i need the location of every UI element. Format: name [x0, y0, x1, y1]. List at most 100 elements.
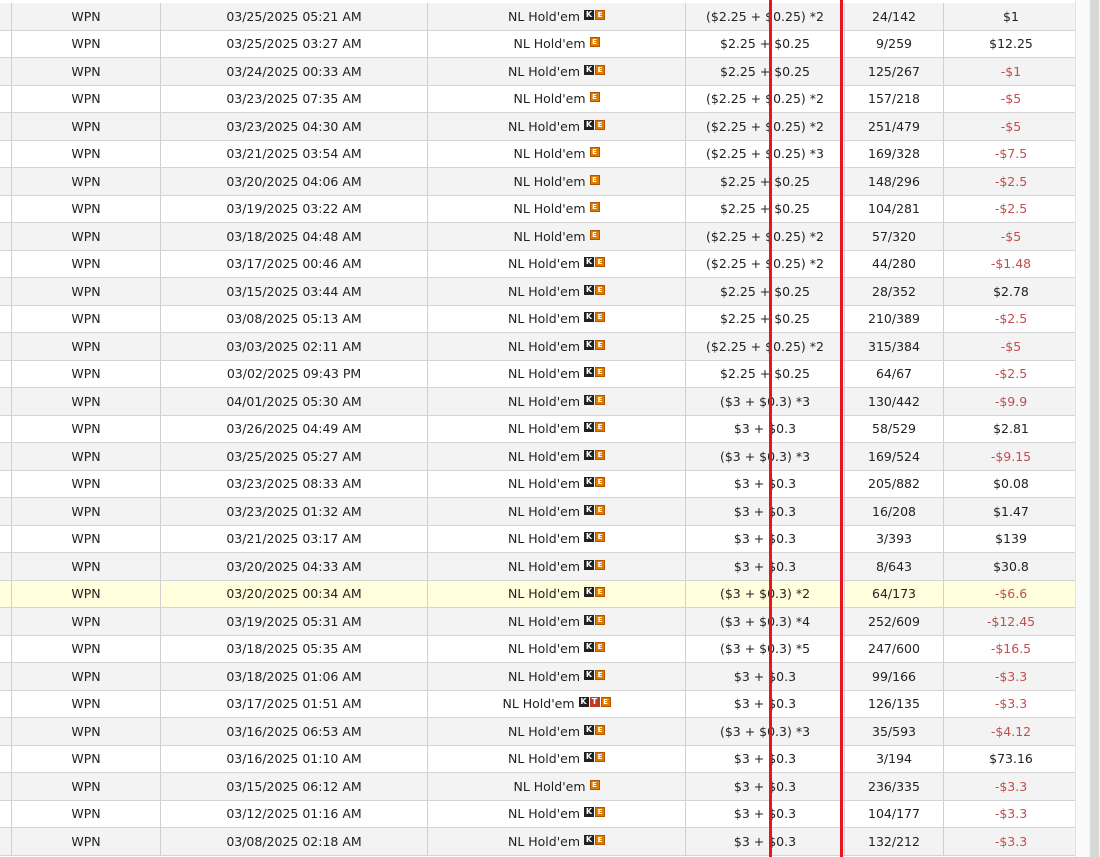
site-value: WPN [71, 366, 101, 382]
table-row[interactable]: WPN 03/21/2025 03:54 AM NL Hold'em E ($2.25 … [0, 140, 1079, 168]
table-row[interactable]: WPN 03/03/2025 02:11 AM NL Hold'em K E ($2.25… [0, 332, 1079, 361]
row-select-cell [0, 827, 12, 856]
table-row[interactable]: WPN 04/01/2025 05:30 AM NL Hold'em K E ($3 + … [0, 387, 1079, 416]
table-row[interactable]: WPN 03/02/2025 09:43 PM NL Hold'em K E $2.25 … [0, 360, 1079, 388]
game-format-icons: KE [583, 339, 606, 351]
date-cell: 03/23/2025 08:33 AM [160, 470, 428, 498]
game-format-icons: E [589, 229, 600, 241]
game-type-label: NL Hold'em [507, 366, 581, 382]
place-cell: 9/259 [844, 30, 944, 58]
result-cell: $30.8 [943, 552, 1079, 581]
result-value: -$2.5 [994, 366, 1028, 382]
row-select-cell [0, 195, 12, 223]
place-value: 57/320 [872, 228, 916, 244]
table-row[interactable]: WPN 03/25/2025 05:27 AM NL Hold'em K E ($3 + … [0, 442, 1079, 471]
scrollbar-thumb[interactable] [1090, 0, 1099, 857]
date-cell: 03/23/2025 01:32 AM [160, 497, 428, 526]
place-cell: 104/281 [844, 195, 944, 223]
buyin-cell: ($2.25 + $0.25) *3 [685, 140, 845, 168]
game-cell: NL Hold'em K E [427, 442, 686, 471]
site-cell: WPN [11, 662, 161, 691]
table-row[interactable]: WPN 03/08/2025 05:13 AM NL Hold'em K E $2.25 … [0, 305, 1079, 333]
game-format-icons: KE [583, 807, 606, 818]
row-select-cell [0, 140, 12, 168]
table-row[interactable]: WPN 03/19/2025 05:31 AM NL Hold'em K E ($3 + … [0, 607, 1079, 636]
table-row[interactable]: WPN 03/20/2025 00:34 AM NL Hold'em K E ($3 + … [0, 580, 1079, 608]
table-row[interactable]: WPN 03/15/2025 03:44 AM NL Hold'em K E $2.25 … [0, 277, 1079, 306]
place-value: 3/393 [875, 531, 913, 547]
place-cell: 126/135 [844, 690, 944, 718]
game-type-label: NL Hold'em [507, 63, 581, 79]
table-row[interactable]: WPN 03/21/2025 03:17 AM NL Hold'em K E $3 + $… [0, 525, 1079, 553]
table-row[interactable]: WPN 03/16/2025 06:53 AM NL Hold'em K E ($3 + … [0, 717, 1079, 746]
result-value: -$9.15 [990, 448, 1032, 464]
table-row[interactable]: WPN 03/26/2025 04:49 AM NL Hold'em K E $3 + $… [0, 415, 1079, 443]
place-cell: 169/328 [844, 140, 944, 168]
table-row[interactable]: WPN 03/24/2025 00:33 AM NL Hold'em K E $2.25 … [0, 57, 1079, 86]
game-cell: NL Hold'em K E [427, 580, 686, 608]
row-select-cell [0, 470, 12, 498]
table-row[interactable]: WPN 03/20/2025 04:06 AM NL Hold'em E $2.25 +… [0, 167, 1079, 196]
buyin-value: $3 + $0.3 [733, 751, 797, 767]
table-row[interactable]: WPN 03/17/2025 00:46 AM NL Hold'em K E ($2.25… [0, 250, 1079, 278]
table-row[interactable]: WPN 03/25/2025 05:21 AM NL Hold'em K E ($2.25… [0, 3, 1079, 31]
result-value: -$3.3 [994, 833, 1028, 849]
event-icon: E [589, 92, 600, 103]
site-cell: WPN [11, 497, 161, 526]
knockout-icon: K [584, 64, 595, 75]
buyin-cell: $3 + $0.3 [685, 525, 845, 553]
buyin-value: $2.25 + $0.25 [720, 201, 810, 217]
table-row[interactable]: WPN 03/18/2025 01:06 AM NL Hold'em K E $3 + $… [0, 662, 1079, 691]
date-cell: 03/12/2025 01:16 AM [160, 800, 428, 828]
table-row[interactable]: WPN 03/15/2025 06:12 AM NL Hold'em E $3 + $0… [0, 772, 1079, 801]
game-format-icons: KE [583, 477, 606, 488]
game-type-label: NL Hold'em [507, 448, 581, 464]
game-type-label: NL Hold'em [507, 668, 581, 684]
table-row[interactable]: WPN 03/23/2025 08:33 AM NL Hold'em K E $3 + $… [0, 470, 1079, 498]
date-value: 03/21/2025 03:17 AM [226, 531, 362, 547]
place-cell: 169/524 [844, 442, 944, 471]
place-value: 252/609 [868, 613, 920, 629]
row-select-cell [0, 525, 12, 553]
event-icon: E [595, 614, 606, 625]
table-row[interactable]: WPN 03/18/2025 05:35 AM NL Hold'em K E ($3 + … [0, 635, 1079, 663]
table-row[interactable]: WPN 03/20/2025 04:33 AM NL Hold'em K E $3 + $… [0, 552, 1079, 581]
place-cell: 64/67 [844, 360, 944, 388]
site-cell: WPN [11, 470, 161, 498]
game-type-label: NL Hold'em [513, 36, 586, 52]
game-cell: NL Hold'em K E [427, 332, 686, 361]
table-row[interactable]: WPN 03/17/2025 01:51 AM NL Hold'em K T E $3 + … [0, 690, 1079, 718]
table-row[interactable]: WPN 03/12/2025 01:16 AM NL Hold'em K E $3 + $… [0, 800, 1079, 828]
table-row[interactable]: WPN 03/23/2025 07:35 AM NL Hold'em E ($2.25 … [0, 85, 1079, 113]
row-select-cell [0, 85, 12, 113]
buyin-cell: $3 + $0.3 [685, 800, 845, 828]
table-row[interactable]: WPN 03/25/2025 03:27 AM NL Hold'em E $2.25 +… [0, 30, 1079, 58]
buyin-value: $3 + $0.3 [733, 806, 797, 822]
event-icon: E [595, 504, 606, 515]
buyin-cell: ($2.25 + $0.25) *2 [685, 112, 845, 141]
result-value: $1 [1003, 8, 1019, 24]
table-row[interactable]: WPN 03/18/2025 04:48 AM NL Hold'em E ($2.25 … [0, 222, 1079, 251]
table-row[interactable]: WPN 03/19/2025 03:22 AM NL Hold'em E $2.25 +… [0, 195, 1079, 223]
table-row[interactable]: WPN 03/23/2025 04:30 AM NL Hold'em K E ($2.25… [0, 112, 1079, 141]
site-value: WPN [71, 778, 101, 794]
row-select-cell [0, 305, 12, 333]
result-value: -$3.3 [994, 668, 1028, 684]
result-value: -$5 [1000, 118, 1022, 134]
result-cell: -$2.5 [943, 360, 1079, 388]
date-cell: 03/20/2025 04:06 AM [160, 167, 428, 196]
place-value: 28/352 [872, 283, 916, 299]
game-type-label: NL Hold'em [507, 751, 581, 767]
site-cell: WPN [11, 415, 161, 443]
event-icon: E [595, 477, 606, 488]
annotation-red-line-right [840, 0, 843, 857]
buyin-value: $3 + $0.3 [733, 531, 797, 547]
table-row[interactable]: WPN 03/16/2025 01:10 AM NL Hold'em K E $3 + $… [0, 745, 1079, 773]
knockout-icon: K [584, 504, 595, 515]
table-row[interactable]: WPN 03/08/2025 02:18 AM NL Hold'em K E $3 + $… [0, 827, 1079, 856]
place-cell: 8/643 [844, 552, 944, 581]
row-select-cell [0, 552, 12, 581]
row-select-cell [0, 30, 12, 58]
game-cell: NL Hold'em E [427, 140, 686, 168]
table-row[interactable]: WPN 03/23/2025 01:32 AM NL Hold'em K E $3 + $… [0, 497, 1079, 526]
